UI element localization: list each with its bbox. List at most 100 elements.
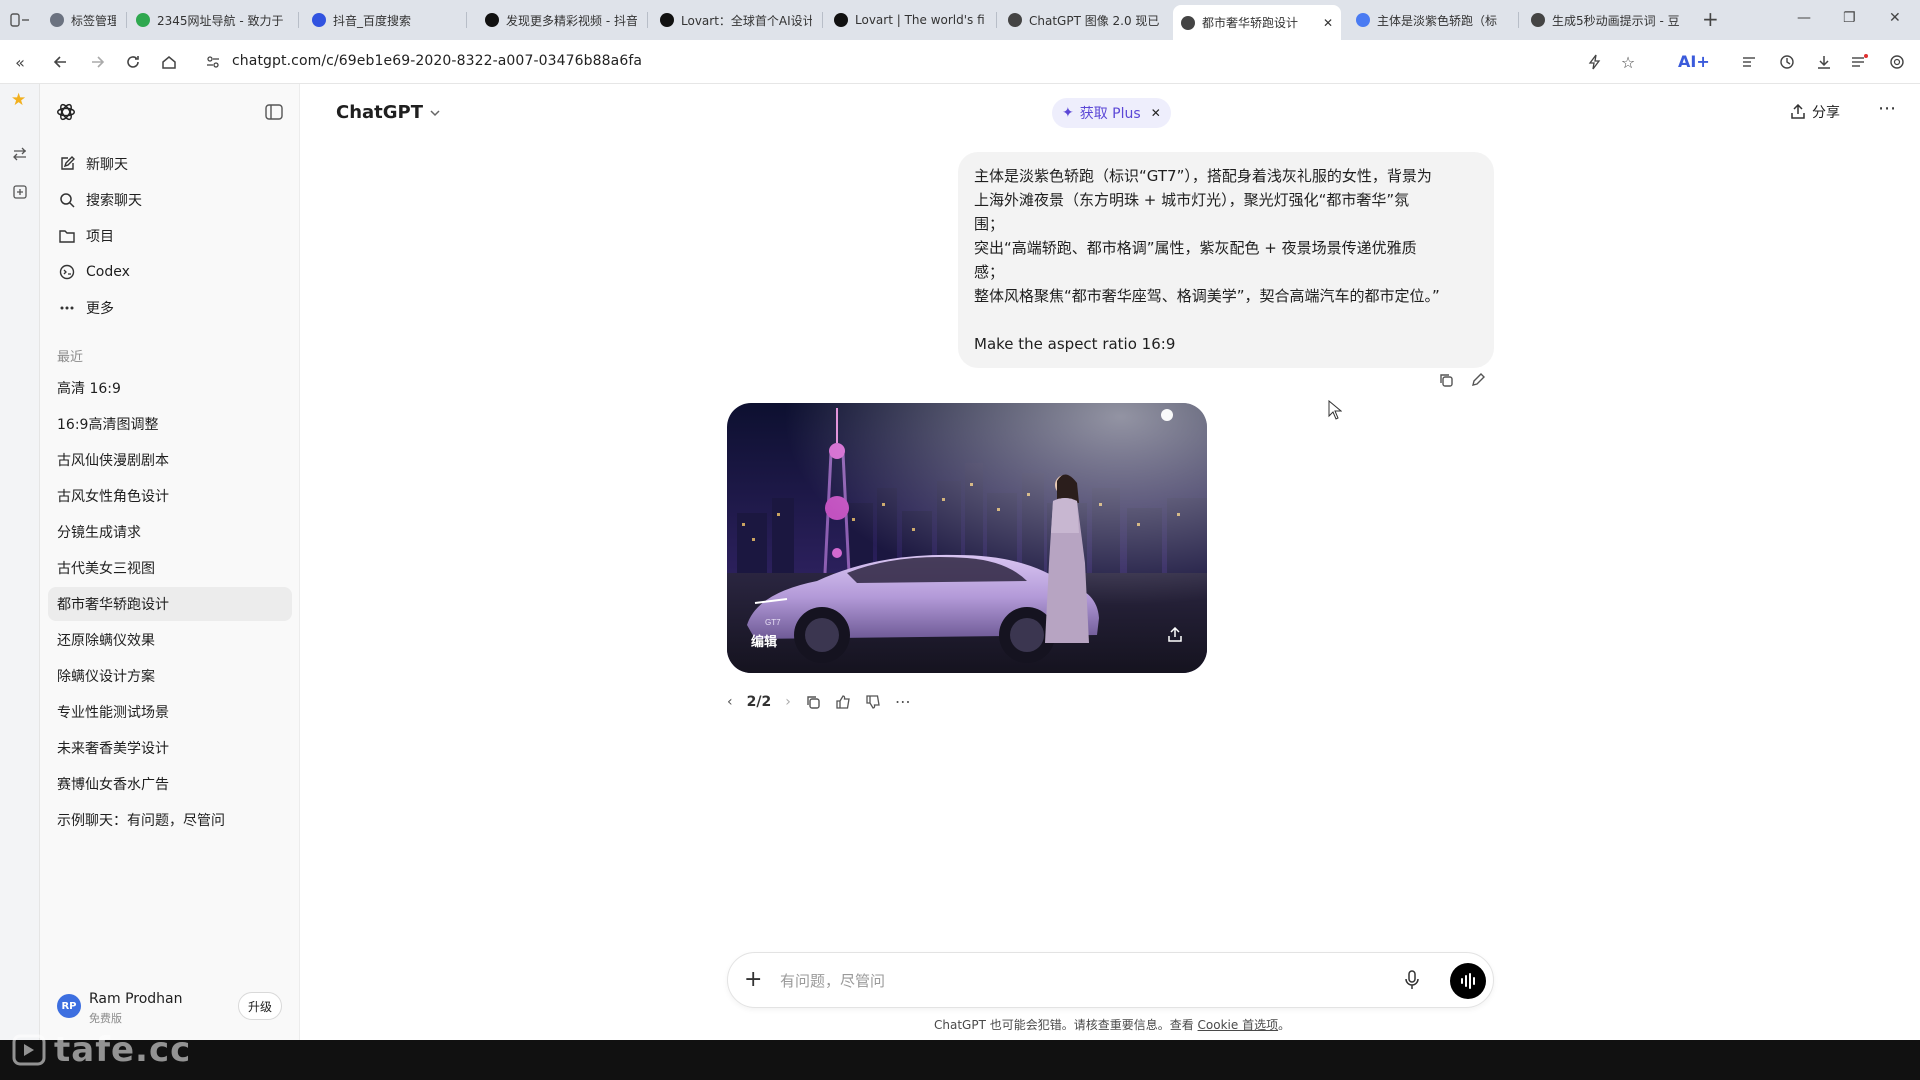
previous-icon[interactable]: ‹ xyxy=(727,694,733,710)
close-tab-icon[interactable]: ✕ xyxy=(1323,16,1333,30)
sidebar-collapse-icon[interactable]: « xyxy=(9,51,31,73)
recent-chat-item[interactable]: 还原除螨仪效果 xyxy=(48,623,292,657)
browser-tab[interactable]: 2345网址导航 - 致力于 xyxy=(128,5,296,35)
browser-tab[interactable]: 都市奢华轿跑设计 ✕ xyxy=(1173,5,1341,40)
recent-chat-item[interactable]: 未来奢香美学设计 xyxy=(48,731,292,765)
thumbs-down-icon[interactable] xyxy=(865,694,881,710)
tab-strip-menu-icon[interactable] xyxy=(10,12,30,28)
browser-tab[interactable]: 发现更多精彩视频 - 抖音 xyxy=(477,5,645,35)
reading-list-icon[interactable] xyxy=(1738,51,1760,73)
minimize-icon[interactable]: — xyxy=(1797,10,1811,26)
cookie-preferences-link[interactable]: Cookie 首选项 xyxy=(1198,1018,1279,1032)
bookmark-star-icon[interactable]: ☆ xyxy=(1617,51,1639,73)
download-icon[interactable] xyxy=(1813,51,1835,73)
tab-separator xyxy=(1518,12,1519,28)
recent-chat-item[interactable]: 古风女性角色设计 xyxy=(48,479,292,513)
browser-tab[interactable]: Lovart：全球首个AI设计 xyxy=(652,5,820,35)
add-attachment-icon[interactable]: + xyxy=(744,969,762,991)
edit-image-button[interactable]: 编辑 xyxy=(751,631,777,650)
recent-chat-item[interactable]: 都市奢华轿跑设计 xyxy=(48,587,292,621)
favorites-star-icon[interactable]: ★ xyxy=(11,90,26,110)
more-icon[interactable]: ⋯ xyxy=(895,692,911,711)
composer: + xyxy=(727,952,1494,1008)
user-name: Ram Prodhan xyxy=(89,991,183,1007)
sidebar-item-edit[interactable]: 新聊天 xyxy=(48,147,292,181)
swap-icon[interactable] xyxy=(12,146,28,165)
avatar[interactable]: RP xyxy=(57,994,81,1018)
image-share-icon[interactable] xyxy=(1167,626,1183,647)
browser-tab[interactable]: ChatGPT 图像 2.0 现已 xyxy=(1000,5,1168,35)
user-message-line: 突出“高端轿跑、都市格调”属性，紫灰配色 + 夜景场景传递优雅质 xyxy=(974,239,1417,257)
sidebar-item-search[interactable]: 搜索聊天 xyxy=(48,183,292,217)
close-window-icon[interactable]: ✕ xyxy=(1889,10,1901,26)
disclaimer-end: 。 xyxy=(1278,1018,1291,1032)
upgrade-button[interactable]: 升级 xyxy=(238,992,282,1020)
copy-icon[interactable] xyxy=(1438,372,1454,388)
sidebar-item-label: 新聊天 xyxy=(86,157,128,173)
copy-icon[interactable] xyxy=(805,694,821,710)
add-panel-icon[interactable] xyxy=(12,184,28,204)
recent-chat-item[interactable]: 示例聊天：有问题，尽管问 xyxy=(48,803,292,837)
tab-label: 抖音_百度搜索 xyxy=(333,13,412,28)
message-input[interactable] xyxy=(780,967,1380,995)
tab-favicon-icon xyxy=(1008,13,1022,27)
recent-chat-item[interactable]: 分镜生成请求 xyxy=(48,515,292,549)
toggle-sidebar-icon[interactable] xyxy=(265,104,283,124)
watermark-logo-icon xyxy=(12,1034,46,1066)
forward-icon[interactable] xyxy=(86,51,108,73)
home-icon[interactable] xyxy=(158,51,180,73)
restore-icon[interactable]: ❐ xyxy=(1843,10,1856,26)
recent-chat-item[interactable]: 古风仙侠漫剧剧本 xyxy=(48,443,292,477)
share-button[interactable]: 分享 xyxy=(1790,102,1840,122)
recent-chat-item[interactable]: 专业性能测试场景 xyxy=(48,695,292,729)
chat-main: ChatGPT ✦ 获取 Plus ✕ 分享 ⋯ 主体是淡紫色轿跑（标识“GT7… xyxy=(300,84,1920,1040)
sidebar-item-codex[interactable]: Codex xyxy=(48,255,292,289)
get-plus-button[interactable]: ✦ 获取 Plus ✕ xyxy=(1052,98,1171,128)
tab-favicon-icon xyxy=(1531,13,1545,27)
recent-chat-item[interactable]: 古代美女三视图 xyxy=(48,551,292,585)
extension-icon[interactable] xyxy=(1886,51,1908,73)
url-field[interactable]: chatgpt.com/c/69eb1e69-2020-8322-a007-03… xyxy=(232,53,642,69)
next-icon[interactable]: › xyxy=(785,694,791,710)
edit-message-icon[interactable] xyxy=(1470,372,1486,388)
model-selector[interactable]: ChatGPT xyxy=(336,102,441,123)
watermark-text: tafe.cc xyxy=(54,1030,192,1070)
tab-label: 发现更多精彩视频 - 抖音 xyxy=(506,13,637,28)
generated-image[interactable]: GT7 编辑 xyxy=(727,403,1207,673)
voice-mode-button[interactable] xyxy=(1450,963,1486,999)
recent-chat-item[interactable]: 高清 16:9 xyxy=(48,371,292,405)
user-message-actions xyxy=(1438,372,1486,388)
browser-tab[interactable]: 生成5秒动画提示词 - 豆 xyxy=(1523,5,1691,35)
thumbs-up-icon[interactable] xyxy=(835,694,851,710)
tab-separator xyxy=(298,12,299,28)
user-message-line xyxy=(974,308,1478,332)
menu-icon[interactable] xyxy=(1848,51,1870,73)
microphone-icon[interactable] xyxy=(1404,970,1420,994)
tab-label: 标签管理 xyxy=(71,13,116,28)
bottom-bar xyxy=(0,1040,1920,1080)
codex-icon xyxy=(58,263,76,281)
user-message-line: 整体风格聚焦“都市奢华座驾、格调美学”，契合高端汽车的都市定位。” xyxy=(974,287,1440,305)
back-icon[interactable] xyxy=(50,51,72,73)
sidebar-item-folder[interactable]: 项目 xyxy=(48,219,292,253)
close-icon[interactable]: ✕ xyxy=(1151,106,1161,120)
history-icon[interactable] xyxy=(1776,51,1798,73)
recent-chat-item[interactable]: 赛博仙女香水广告 xyxy=(48,767,292,801)
new-tab-button[interactable]: + xyxy=(1702,7,1719,31)
recent-chat-item[interactable]: 16:9高清图调整 xyxy=(48,407,292,441)
browser-tab[interactable]: 抖音_百度搜索 xyxy=(304,5,464,35)
browser-tab[interactable]: 主体是淡紫色轿跑（标 xyxy=(1348,5,1516,35)
user-message-line: 感； xyxy=(974,263,1005,281)
site-info-icon[interactable] xyxy=(202,51,224,73)
recent-chat-item[interactable]: 除螨仪设计方案 xyxy=(48,659,292,693)
more-options-icon[interactable]: ⋯ xyxy=(1878,98,1896,119)
openai-logo-icon[interactable] xyxy=(55,101,77,127)
pager: 2/2 xyxy=(746,693,772,710)
lightning-icon[interactable] xyxy=(1584,51,1606,73)
browser-tab[interactable]: Lovart | The world's fi xyxy=(826,5,994,35)
reload-icon[interactable] xyxy=(122,51,144,73)
ai-plus-button[interactable]: AI+ xyxy=(1678,52,1710,71)
sidebar-item-more[interactable]: 更多 xyxy=(48,291,292,325)
user-account[interactable]: RP Ram Prodhan 免费版 升级 xyxy=(40,982,300,1032)
browser-tab[interactable]: 标签管理 xyxy=(42,5,124,35)
